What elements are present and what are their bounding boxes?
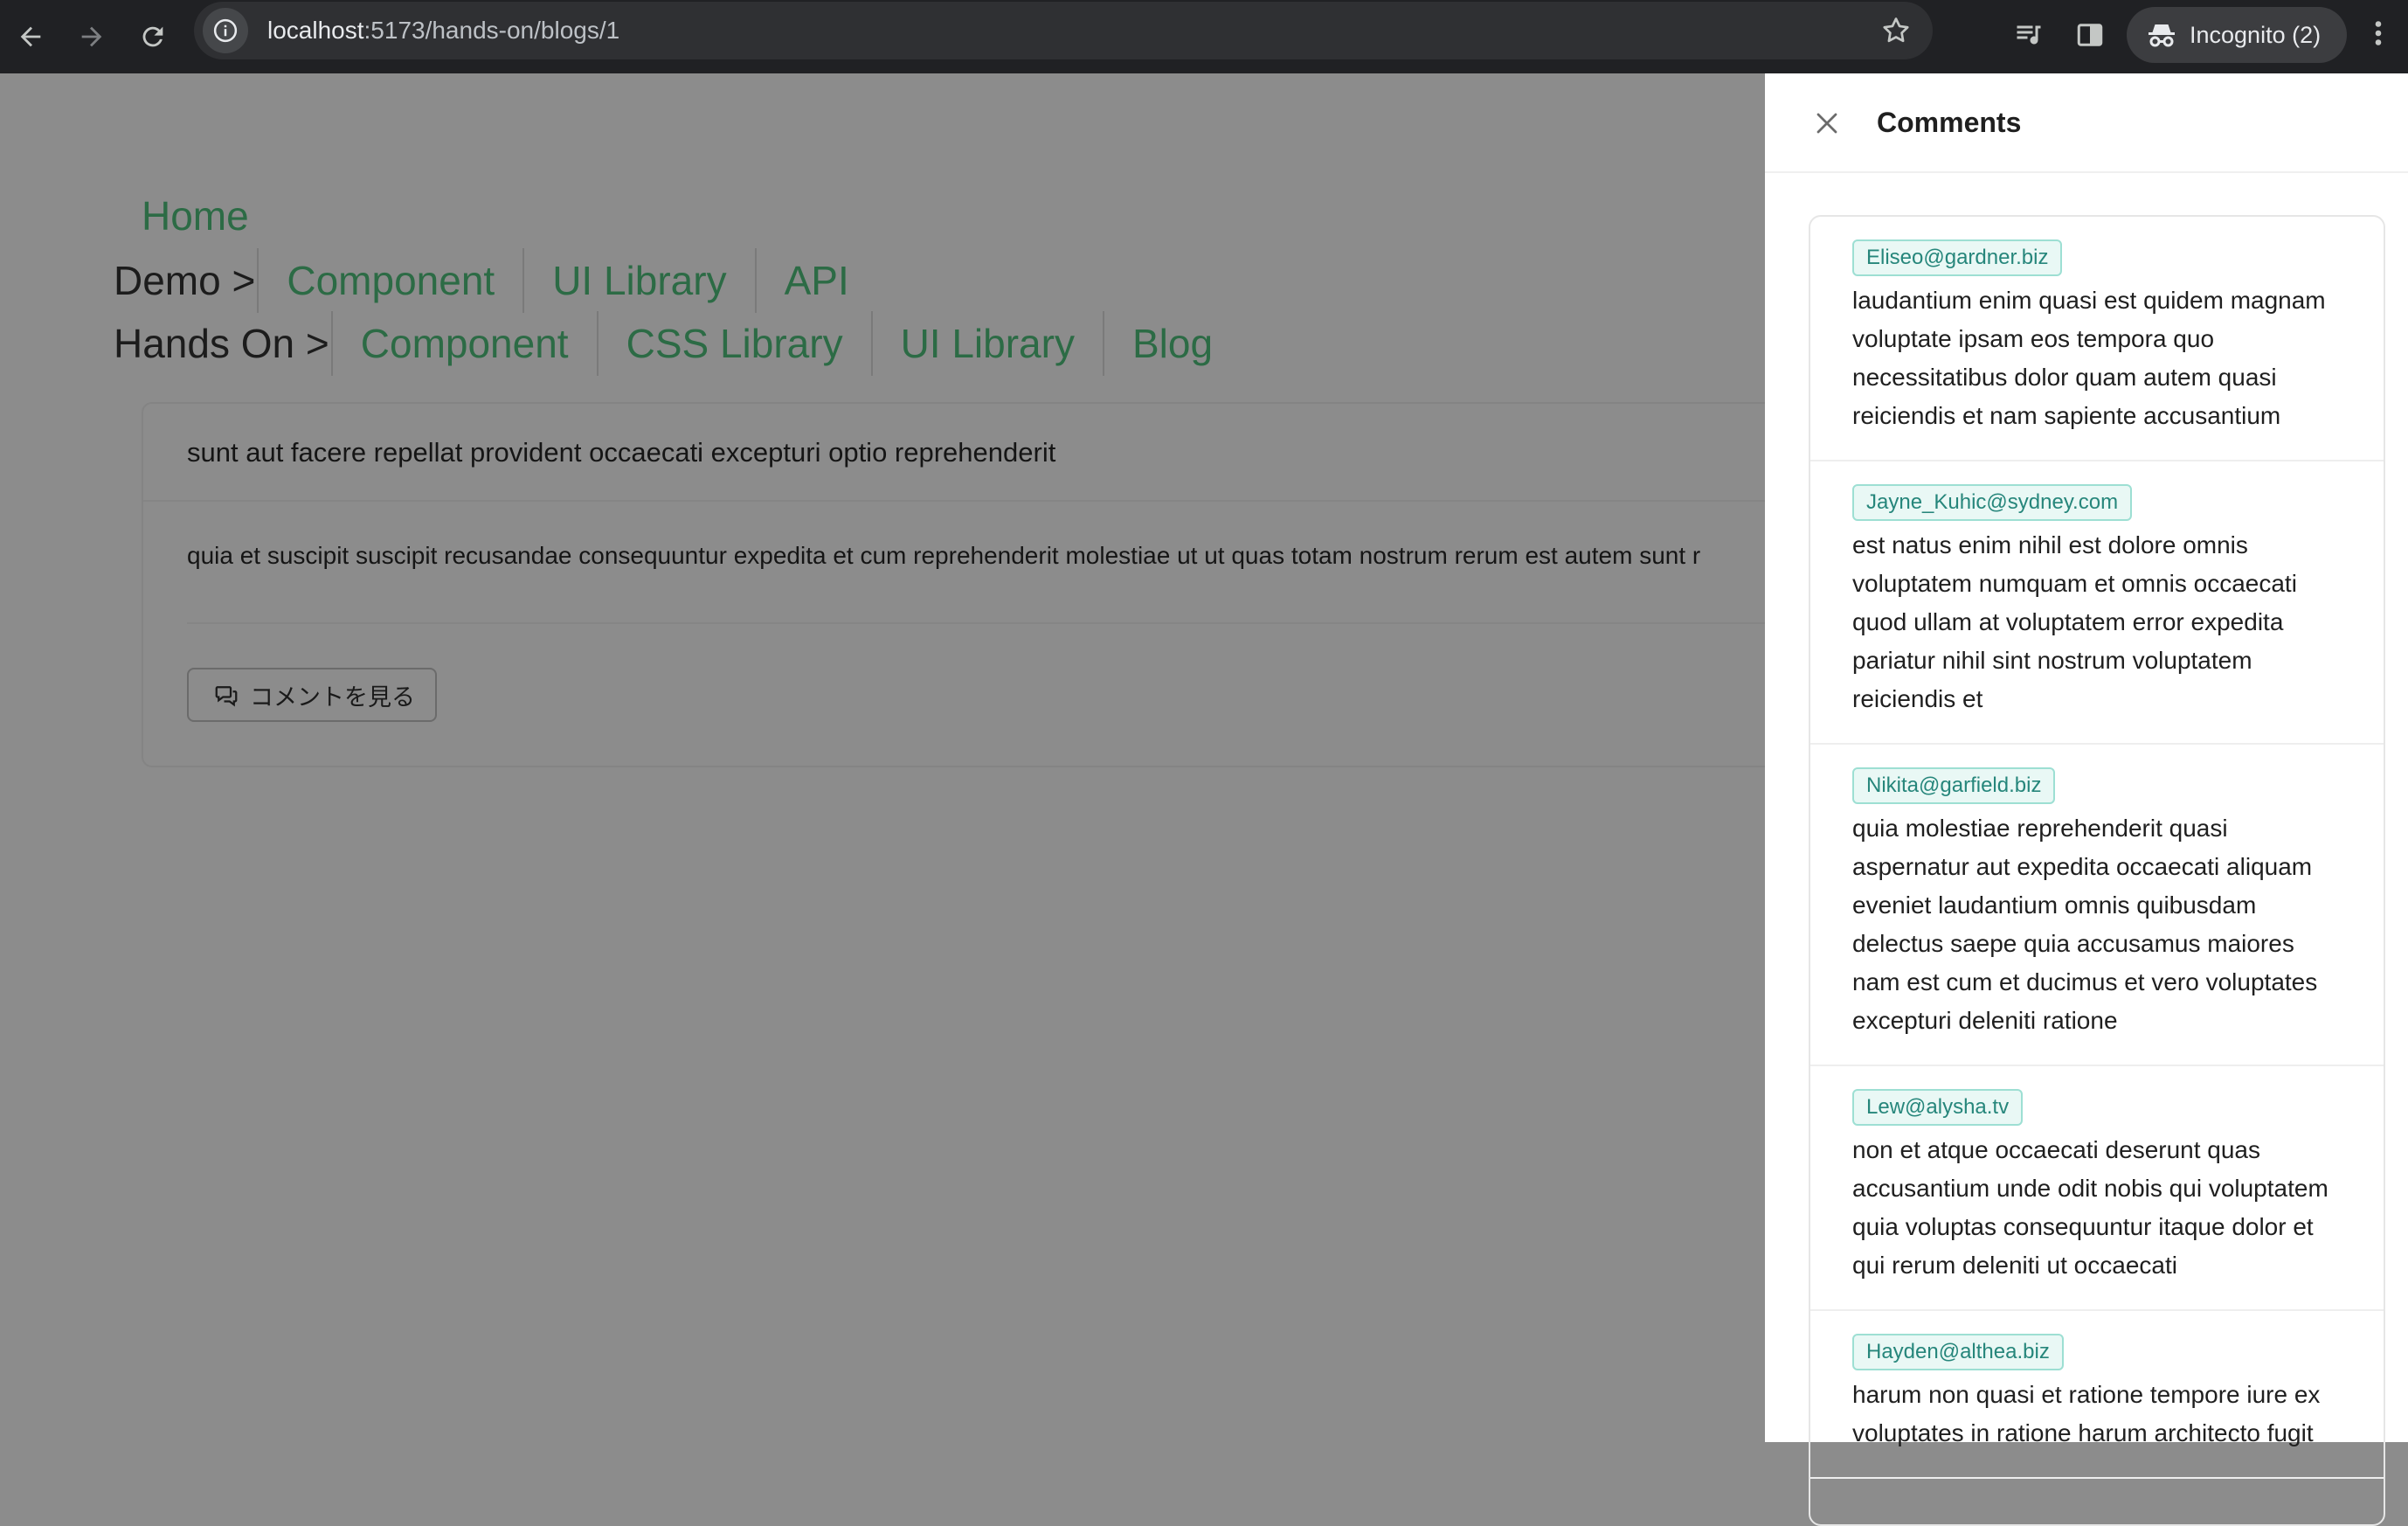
drawer-title: Comments: [1877, 107, 2022, 138]
side-panel-icon: [2077, 24, 2103, 46]
comment-email-tag: Jayne_Kuhic@sydney.com: [1852, 484, 2133, 521]
arrow-right-icon: [81, 26, 102, 47]
back-button[interactable]: [0, 0, 61, 73]
post-title: sunt aut facere repellat provident occae…: [187, 437, 1056, 468]
comment-email-tag: Eliseo@gardner.biz: [1852, 239, 2063, 276]
demo-nav-ui-library[interactable]: UI Library: [522, 248, 754, 313]
browser-menu-button[interactable]: [2370, 17, 2387, 53]
comments-icon: [215, 686, 238, 707]
info-icon: [213, 18, 238, 43]
handson-nav-component[interactable]: Component: [330, 311, 597, 376]
incognito-profile-button[interactable]: Incognito (2): [2127, 7, 2347, 63]
handson-nav-label: Hands On >: [114, 321, 329, 366]
address-bar[interactable]: localhost:5173/hands-on/blogs/1: [194, 2, 1933, 59]
handson-nav-css-library[interactable]: CSS Library: [596, 311, 871, 376]
more-vertical-icon: [2375, 21, 2382, 45]
playlist-icon: [2017, 25, 2041, 45]
comment-item: Eliseo@gardner.biz laudantium enim quasi…: [1810, 217, 2384, 461]
incognito-icon: [2149, 24, 2175, 47]
card-body-divider: [187, 622, 2022, 624]
comment-body: non et atque occaecati deserunt quas acc…: [1852, 1136, 2328, 1279]
close-icon: [1816, 113, 1837, 134]
comment-email-tag: Lew@alysha.tv: [1852, 1089, 2024, 1126]
handson-nav-ui-library[interactable]: UI Library: [870, 311, 1103, 376]
browser-toolbar: localhost:5173/hands-on/blogs/1 Incognit…: [0, 0, 2408, 73]
comment-body: laudantium enim quasi est quidem magnam …: [1852, 287, 2326, 429]
handson-nav-blog[interactable]: Blog: [1102, 311, 1241, 376]
reload-icon: [142, 26, 163, 47]
side-panel-button[interactable]: [2074, 19, 2106, 55]
arrow-left-icon: [20, 26, 41, 47]
comments-list: Eliseo@gardner.biz laudantium enim quasi…: [1809, 215, 2385, 1526]
comment-item: Jayne_Kuhic@sydney.com est natus enim ni…: [1810, 461, 2384, 745]
blog-post-card: sunt aut facere repellat provident occae…: [142, 402, 2022, 767]
comment-body: harum non quasi et ratione tempore iure …: [1852, 1381, 2321, 1446]
view-comments-button[interactable]: コメントを見る: [187, 668, 437, 722]
drawer-header: Comments: [1765, 73, 2408, 173]
comments-drawer: Comments Eliseo@gardner.biz laudantium e…: [1765, 73, 2408, 1526]
card-divider: [143, 500, 2013, 502]
post-body: quia et suscipit suscipit recusandae con…: [187, 542, 1701, 569]
comment-email-tag: Hayden@althea.biz: [1852, 1334, 2064, 1370]
view-comments-label: コメントを見る: [250, 683, 415, 711]
incognito-label: Incognito (2): [2190, 21, 2322, 48]
comment-item: Hayden@althea.biz harum non quasi et rat…: [1810, 1311, 2384, 1479]
site-info-button[interactable]: [203, 8, 248, 53]
handson-nav-row: Hands On > Component CSS Library UI Libr…: [114, 311, 1241, 376]
comment-body: quia molestiae reprehenderit quasi asper…: [1852, 815, 2318, 1034]
demo-nav-row: Demo > Component UI Library API: [114, 248, 877, 313]
forward-button[interactable]: [61, 0, 122, 73]
bookmark-button[interactable]: [1880, 15, 1912, 51]
demo-nav-label: Demo >: [114, 258, 256, 303]
url-path: :5173/hands-on/blogs/1: [363, 17, 620, 44]
comment-item: Nikita@garfield.biz quia molestiae repre…: [1810, 745, 2384, 1066]
reload-button[interactable]: [122, 0, 183, 73]
comment-body: est natus enim nihil est dolore omnis vo…: [1852, 531, 2297, 712]
demo-nav-api[interactable]: API: [754, 248, 877, 313]
demo-nav-component[interactable]: Component: [257, 248, 522, 313]
comment-item: Lew@alysha.tv non et atque occaecati des…: [1810, 1066, 2384, 1311]
url-text: localhost:5173/hands-on/blogs/1: [267, 17, 619, 45]
comment-email-tag: Nikita@garfield.biz: [1852, 767, 2056, 804]
media-controls-button[interactable]: [2013, 19, 2045, 55]
url-host: localhost: [267, 17, 364, 44]
star-icon: [1883, 17, 1909, 43]
nav-home-link[interactable]: Home: [142, 192, 249, 239]
close-drawer-button[interactable]: [1814, 110, 1840, 141]
